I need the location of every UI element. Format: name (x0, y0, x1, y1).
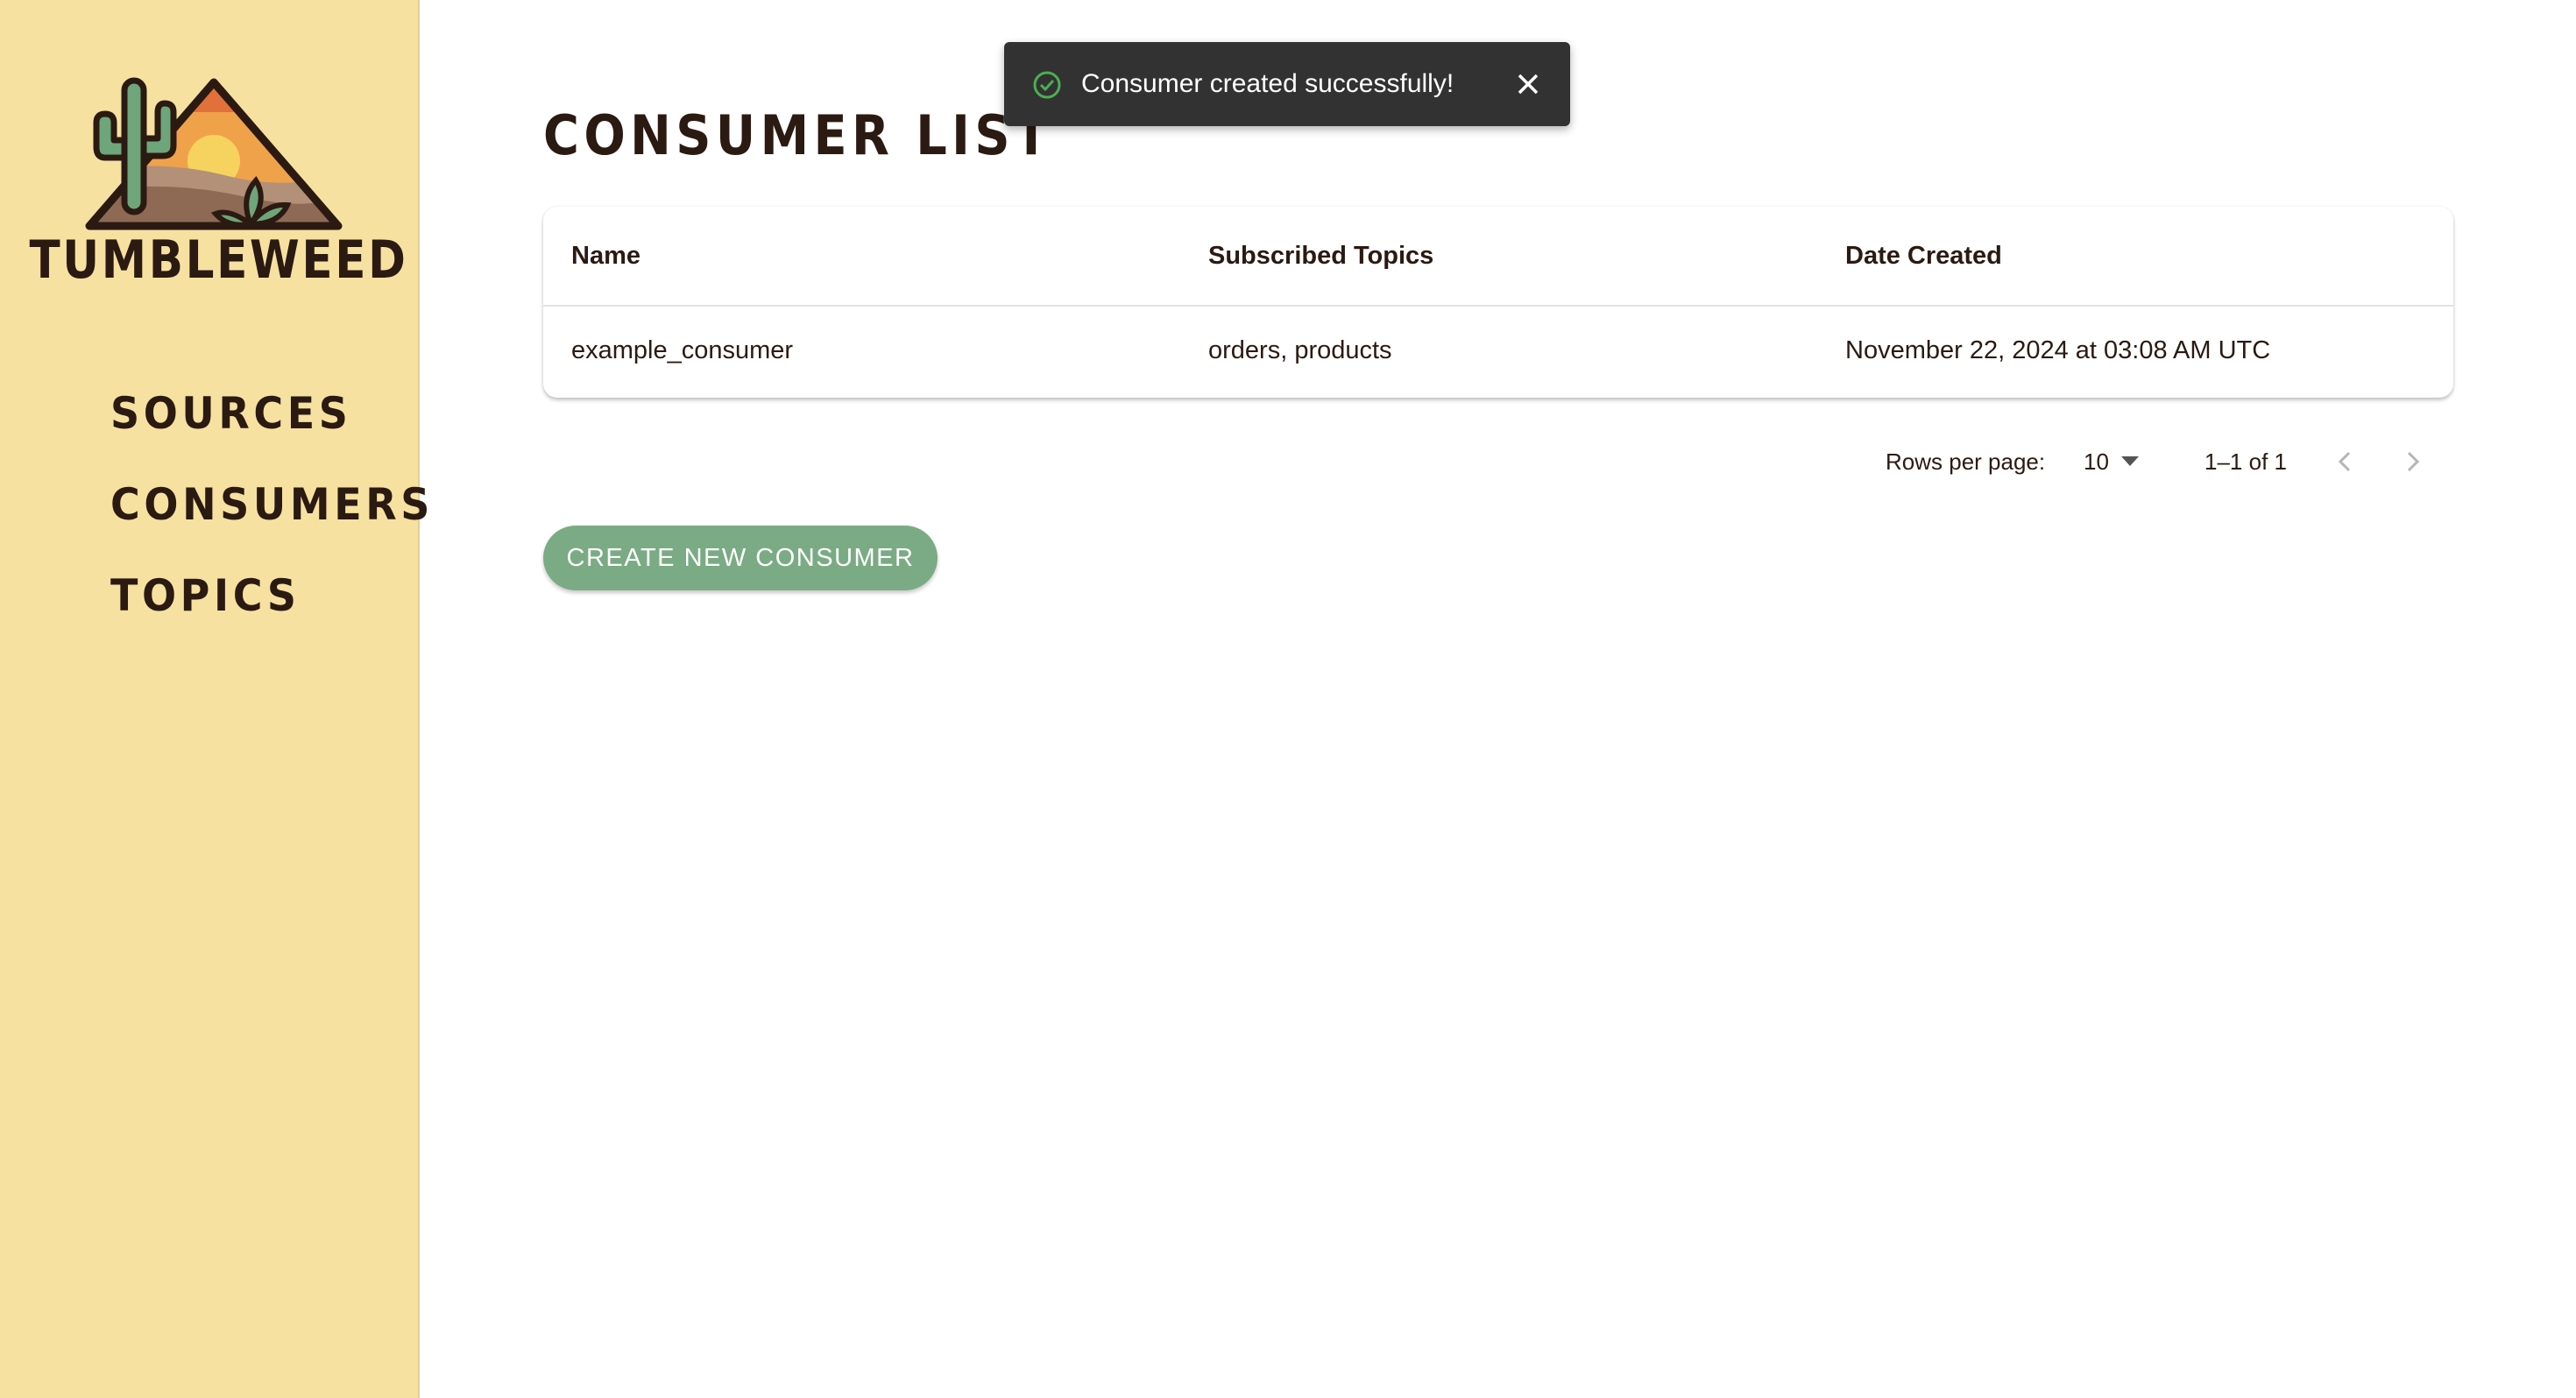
sidebar-nav: SOURCES CONSUMERS TOPICS (110, 385, 462, 659)
rows-per-page-label: Rows per page: (1886, 448, 2046, 475)
toast-message: Consumer created successfully! (1081, 69, 1454, 98)
sidebar-item-consumers[interactable]: CONSUMERS (110, 477, 434, 568)
check-circle-icon (1033, 71, 1061, 99)
pagination-range: 1–1 of 1 (2204, 448, 2287, 475)
column-header-date-created: Date Created (1845, 241, 2002, 270)
consumer-table: Name Subscribed Topics Date Created exam… (543, 207, 2453, 398)
success-toast: Consumer created successfully! (1004, 42, 1570, 126)
create-new-consumer-button[interactable]: CREATE NEW CONSUMER (543, 526, 938, 590)
tumbleweed-logo-icon[interactable] (84, 77, 343, 231)
chevron-right-icon (2407, 451, 2420, 472)
rows-per-page-value: 10 (2084, 448, 2109, 475)
sidebar-item-sources[interactable]: SOURCES (110, 385, 434, 477)
cell-date-created: November 22, 2024 at 03:08 AM UTC (1845, 335, 2271, 364)
rows-per-page-select[interactable]: 10 (2084, 438, 2139, 485)
next-page-button[interactable] (2397, 438, 2429, 485)
column-header-subscribed-topics: Subscribed Topics (1208, 241, 1434, 270)
pagination: Rows per page: 10 1–1 of 1 (1884, 438, 2445, 485)
table-row[interactable]: example_consumer orders, products Novemb… (543, 305, 2453, 396)
prev-page-button[interactable] (2329, 438, 2360, 485)
sidebar-item-topics[interactable]: TOPICS (110, 568, 434, 659)
cell-subscribed-topics: orders, products (1208, 335, 1392, 364)
cell-name: example_consumer (571, 335, 794, 364)
table-header-row: Name Subscribed Topics Date Created (543, 207, 2453, 307)
sidebar: TUMBLEWEED SOURCES CONSUMERS TOPICS (0, 0, 429, 1398)
column-header-name: Name (571, 241, 640, 270)
page-title: CONSUMER LIST (543, 103, 1053, 167)
close-icon[interactable] (1516, 72, 1540, 96)
caret-down-icon (2120, 456, 2139, 466)
chevron-left-icon (2338, 451, 2351, 472)
brand-name: TUMBLEWEED (29, 229, 408, 291)
